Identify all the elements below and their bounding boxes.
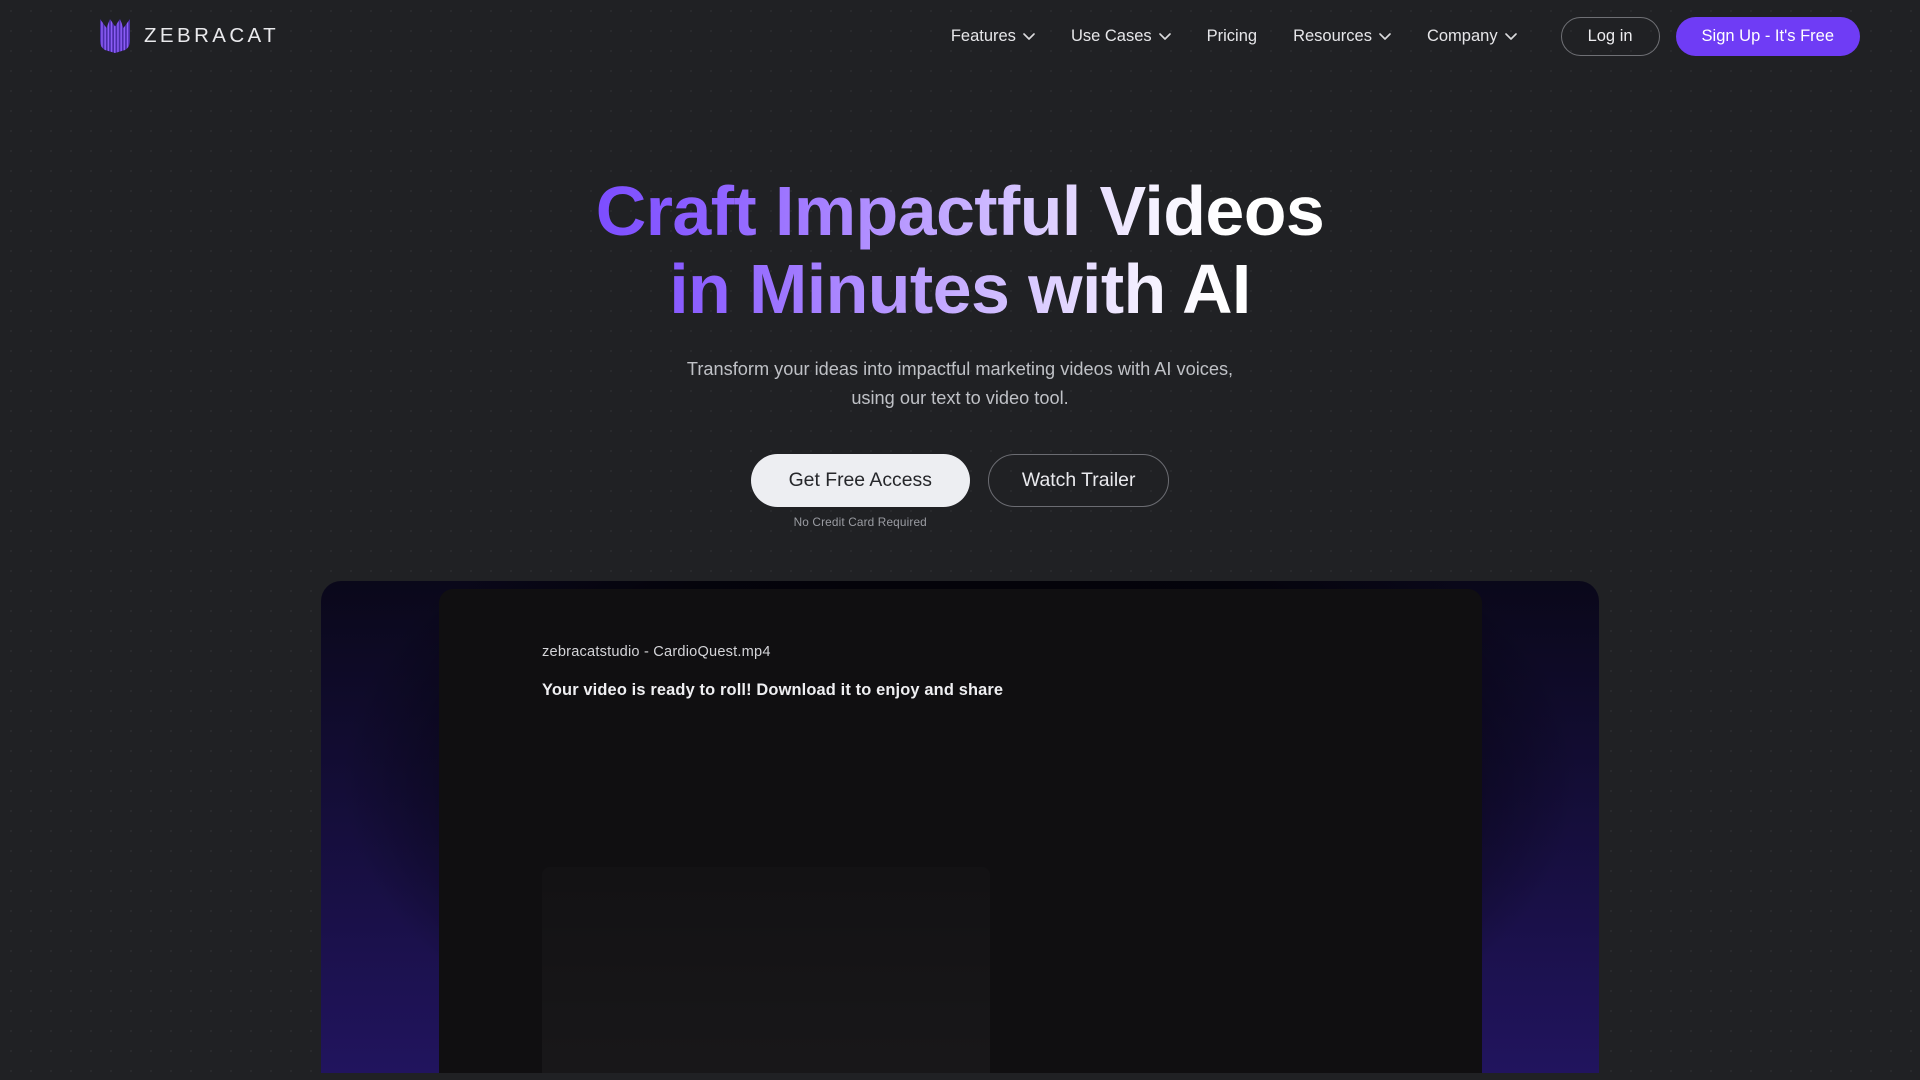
- zebracat-cat-mark-icon: [100, 19, 130, 53]
- hero-cta-row: Get Free Access No Credit Card Required …: [0, 453, 1920, 529]
- chevron-down-icon: [1023, 32, 1035, 40]
- watch-trailer-button[interactable]: Watch Trailer: [987, 453, 1170, 507]
- nav-item-label: Resources: [1293, 26, 1372, 45]
- video-preview-card[interactable]: zebracatstudio - CardioQuest.mp4 Your vi…: [439, 588, 1482, 1073]
- brand-logo[interactable]: ZEBRACAT: [100, 19, 279, 53]
- video-filename-label: zebracatstudio - CardioQuest.mp4: [542, 643, 771, 660]
- primary-cta-group: Get Free Access No Credit Card Required: [750, 453, 970, 529]
- video-showcase: zebracatstudio - CardioQuest.mp4 Your vi…: [321, 580, 1599, 1073]
- subtitle-line-1: Transform your ideas into impactful mark…: [686, 358, 1234, 379]
- video-content-panel: [542, 866, 990, 1073]
- primary-navigation: Features Use Cases Pricing Resources Com…: [933, 16, 1860, 56]
- headline-line-2: in Minutes with AI: [669, 250, 1251, 329]
- nav-item-resources[interactable]: Resources: [1275, 18, 1409, 55]
- signup-button[interactable]: Sign Up - It's Free: [1675, 16, 1860, 56]
- nav-item-label: Pricing: [1206, 26, 1258, 45]
- nav-item-pricing[interactable]: Pricing: [1189, 18, 1275, 55]
- headline-line-1: Craft Impactful Videos: [595, 172, 1325, 250]
- landing-page: ZEBRACAT Features Use Cases Pricing Reso…: [0, 0, 1920, 1080]
- nav-item-use-cases[interactable]: Use Cases: [1053, 18, 1189, 55]
- chevron-down-icon: [1158, 32, 1171, 40]
- hero-subtitle: Transform your ideas into impactful mark…: [0, 355, 1920, 414]
- nav-item-company[interactable]: Company: [1409, 18, 1535, 55]
- no-credit-card-note: No Credit Card Required: [793, 514, 927, 529]
- nav-item-label: Features: [950, 26, 1016, 45]
- get-free-access-button[interactable]: Get Free Access: [750, 453, 970, 507]
- chevron-down-icon: [1504, 32, 1517, 40]
- video-status-message: Your video is ready to roll! Download it…: [542, 680, 1004, 699]
- page-title: Craft Impactful Videos in Minutes with A…: [596, 172, 1324, 329]
- site-header: ZEBRACAT Features Use Cases Pricing Reso…: [0, 0, 1920, 72]
- header-actions: Log in Sign Up - It's Free: [1560, 16, 1860, 56]
- login-button[interactable]: Log in: [1560, 16, 1660, 56]
- chevron-down-icon: [1379, 32, 1391, 40]
- hero-section: Craft Impactful Videos in Minutes with A…: [0, 72, 1920, 529]
- brand-name: ZEBRACAT: [144, 24, 280, 47]
- nav-item-label: Company: [1426, 26, 1498, 45]
- subtitle-line-2: using our text to video tool.: [851, 388, 1069, 409]
- nav-item-features[interactable]: Features: [933, 18, 1053, 55]
- nav-item-label: Use Cases: [1070, 26, 1152, 45]
